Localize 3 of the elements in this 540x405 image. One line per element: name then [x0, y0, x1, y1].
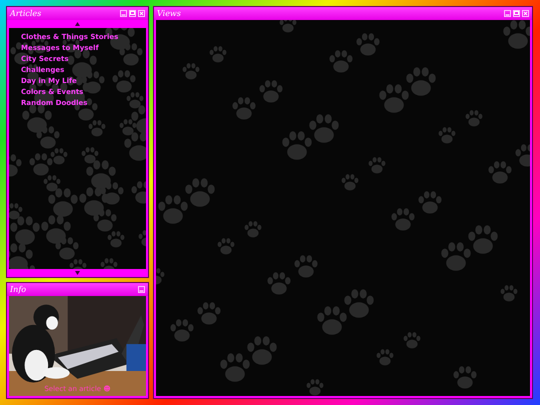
- window-title: Articles: [10, 9, 42, 18]
- window-title: Views: [157, 9, 181, 18]
- window-title: Info: [10, 285, 26, 294]
